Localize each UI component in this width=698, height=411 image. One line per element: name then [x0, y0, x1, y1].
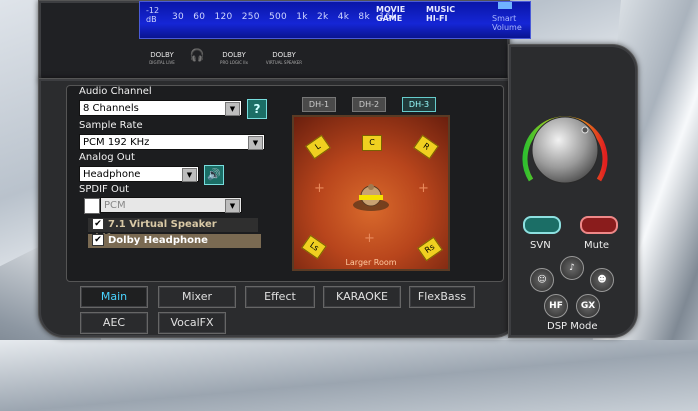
- dolby-headphone-option[interactable]: ✔ Dolby Headphone: [88, 234, 261, 248]
- logo-sub: PRO LOGIC IIx: [220, 60, 248, 65]
- analog-out-select[interactable]: Headphone ▼: [79, 166, 199, 182]
- position-marker: +: [314, 181, 325, 196]
- spdif-out-label: SPDIF Out: [79, 184, 130, 195]
- volume-knob[interactable]: [517, 110, 613, 190]
- tab-vocalfx[interactable]: VocalFX: [158, 312, 226, 334]
- spdif-out-value: PCM: [104, 200, 126, 211]
- sample-rate-value: PCM 192 KHz: [83, 137, 150, 148]
- dolby-headphone-label: Dolby Headphone: [108, 235, 208, 246]
- dolby-virtual-speaker-logo: DOLBY VIRTUAL SPEAKER: [261, 51, 307, 67]
- freq-label: 30: [172, 12, 185, 22]
- svn-button[interactable]: [523, 216, 561, 234]
- checkbox-checked-icon[interactable]: ✔: [92, 218, 104, 230]
- tab-karaoke[interactable]: KARAOKE: [323, 286, 401, 308]
- checkbox-checked-icon[interactable]: ✔: [92, 234, 104, 246]
- spdif-out-select[interactable]: PCM ▼: [100, 197, 242, 213]
- speaker-left-surround[interactable]: Ls: [301, 234, 327, 260]
- tab-mixer[interactable]: Mixer: [158, 286, 236, 308]
- dropdown-arrow-icon[interactable]: ▼: [182, 168, 197, 182]
- dsp-hf-button[interactable]: HF: [544, 294, 568, 318]
- tab-main[interactable]: Main: [80, 286, 148, 308]
- tab-flexbass[interactable]: FlexBass: [409, 286, 475, 308]
- logo-title: DOLBY: [222, 51, 246, 59]
- freq-label: 120: [214, 12, 233, 22]
- dsp-gx-button[interactable]: GX: [576, 294, 600, 318]
- headphone-logo-icon: 🎧: [189, 48, 205, 62]
- spdif-checkbox[interactable]: [84, 198, 100, 214]
- logo-title: DOLBY: [272, 51, 296, 59]
- dh-1-button[interactable]: DH-1: [302, 97, 336, 112]
- mode-movie-game[interactable]: MOVIE GAME: [376, 5, 405, 23]
- virtual-speaker-shifter-option[interactable]: ✔7.1 Virtual Speaker Shifter: [88, 218, 258, 244]
- dropdown-arrow-icon[interactable]: ▼: [248, 136, 263, 150]
- freq-label: 1k: [296, 12, 308, 22]
- room-size-label: Larger Room: [345, 258, 397, 267]
- audio-channel-label: Audio Channel: [79, 86, 152, 97]
- analog-out-label: Analog Out: [79, 152, 135, 163]
- svn-label: SVN: [530, 240, 551, 251]
- position-marker: +: [418, 181, 429, 196]
- logo-sub: DIGITAL LIVE: [149, 60, 175, 65]
- dh-3-button[interactable]: DH-3: [402, 97, 436, 112]
- dsp-movie-icon[interactable]: ☺: [530, 268, 554, 292]
- logo-sub: VIRTUAL SPEAKER: [265, 60, 303, 65]
- speaker-left[interactable]: L: [305, 134, 331, 160]
- audio-channel-select[interactable]: 8 Channels ▼: [79, 100, 242, 116]
- audio-channel-value: 8 Channels: [83, 103, 139, 114]
- freq-label: 500: [269, 12, 288, 22]
- dolby-digital-live-logo: DOLBY DIGITAL LIVE: [139, 51, 185, 67]
- sample-rate-label: Sample Rate: [79, 120, 143, 131]
- tab-aec[interactable]: AEC: [80, 312, 148, 334]
- dolby-pro-logic-logo: DOLBY PRO LOGIC IIx: [211, 51, 257, 67]
- mode-music-hifi[interactable]: MUSIC HI-FI: [426, 5, 455, 23]
- mute-button[interactable]: [580, 216, 618, 234]
- db-top: -12: [146, 6, 160, 15]
- listener-head-icon: [353, 184, 389, 211]
- sample-rate-select[interactable]: PCM 192 KHz ▼: [79, 134, 265, 150]
- speaker-settings-icon[interactable]: 🔊: [204, 165, 224, 185]
- dropdown-arrow-icon[interactable]: ▼: [225, 199, 240, 213]
- freq-label: 8k: [358, 12, 370, 22]
- position-marker: +: [364, 231, 375, 246]
- smart-volume-label: Smart Volume: [492, 14, 522, 32]
- freq-label: 250: [241, 12, 260, 22]
- speaker-right[interactable]: R: [413, 134, 439, 160]
- db-label: -12 dB: [146, 6, 159, 24]
- tab-effect[interactable]: Effect: [245, 286, 315, 308]
- dropdown-arrow-icon[interactable]: ▼: [225, 102, 240, 116]
- speaker-center[interactable]: C: [362, 135, 382, 151]
- db-unit: dB: [146, 15, 157, 24]
- background-mountain-bottom: [0, 340, 698, 411]
- analog-out-value: Headphone: [83, 169, 141, 180]
- equalizer-display: -12 dB 30 60 120 250 500 1k 2k 4k 8k 16k…: [139, 1, 531, 39]
- right-panel: [508, 44, 638, 338]
- logo-title: DOLBY: [150, 51, 174, 59]
- dh-2-button[interactable]: DH-2: [352, 97, 386, 112]
- freq-label: 4k: [337, 12, 350, 22]
- dsp-game-icon[interactable]: ☻: [590, 268, 614, 292]
- freq-label: 60: [193, 12, 206, 22]
- room-visualizer[interactable]: L C R Ls Rs + + + Larger Room: [292, 115, 450, 271]
- smart-volume-toggle[interactable]: [498, 2, 512, 9]
- freq-label: 2k: [316, 12, 329, 22]
- dsp-music-icon[interactable]: ♪: [560, 256, 584, 280]
- help-button[interactable]: ?: [247, 99, 267, 119]
- mute-label: Mute: [584, 240, 610, 251]
- top-panel: -12 dB 30 60 120 250 500 1k 2k 4k 8k 16k…: [38, 0, 531, 84]
- dsp-mode-label: DSP Mode: [547, 321, 598, 332]
- frequency-labels: 30 60 120 250 500 1k 2k 4k 8k 16k: [172, 12, 403, 22]
